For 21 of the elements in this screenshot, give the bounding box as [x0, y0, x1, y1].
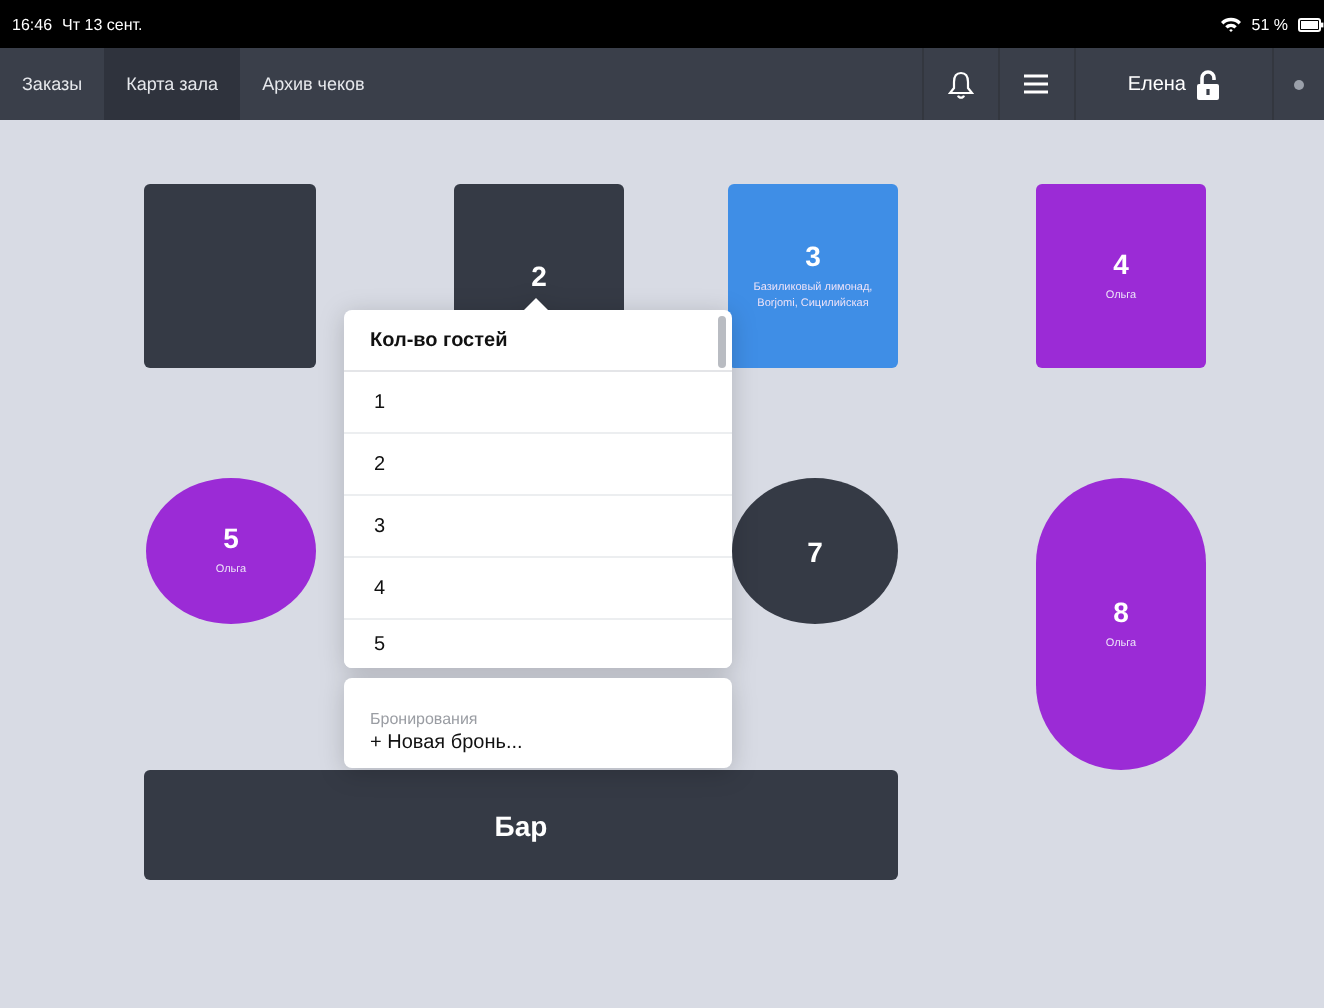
- table-number: 5: [223, 522, 239, 555]
- table-number: 2: [531, 260, 547, 292]
- scrollbar: [718, 316, 726, 368]
- table-number: Бар: [494, 809, 548, 841]
- unlocked-padlock-icon: [1196, 69, 1220, 99]
- table-number: 3: [805, 239, 821, 272]
- battery-percent: 51 %: [1251, 15, 1288, 33]
- battery-icon: [1298, 17, 1324, 31]
- menu-icon: [1024, 74, 1049, 94]
- table-number: 4: [1113, 247, 1129, 280]
- nav-tab[interactable]: Карта зала: [104, 48, 241, 120]
- dot-icon: [1294, 79, 1304, 89]
- table-number: 7: [807, 535, 823, 567]
- section-label: Бронирования: [370, 710, 480, 728]
- status-time: 16:46: [12, 15, 53, 33]
- table[interactable]: 7: [732, 478, 898, 624]
- table-number: 8: [1113, 595, 1129, 628]
- bell-icon: [947, 69, 974, 99]
- table[interactable]: Бар: [144, 770, 898, 880]
- wifi-icon: [1219, 16, 1242, 32]
- status-date: Чт 13 сент.: [62, 15, 143, 33]
